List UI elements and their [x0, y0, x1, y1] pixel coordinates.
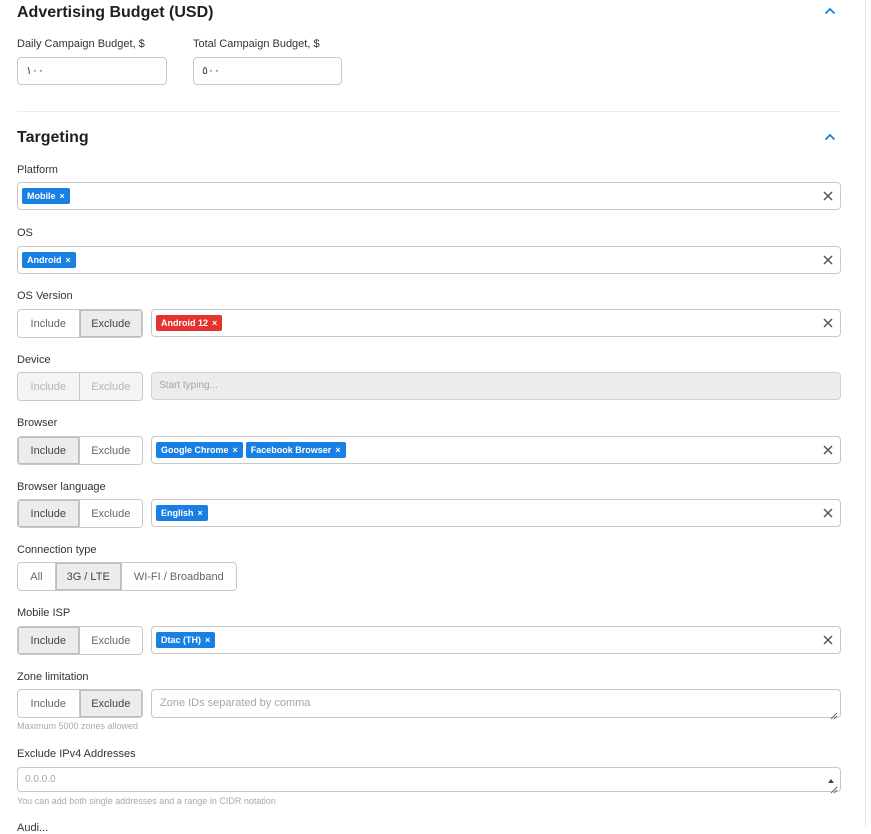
isp-tag: Dtac (TH) ×	[156, 632, 216, 648]
clear-icon[interactable]	[822, 254, 834, 266]
connection-option-wifi[interactable]: WI-FI / Broadband	[121, 563, 236, 590]
exclude-option[interactable]: Exclude	[79, 500, 142, 527]
platform-select[interactable]: Mobile ×	[17, 182, 841, 210]
include-option[interactable]: Include	[18, 627, 80, 654]
remove-tag-icon[interactable]: ×	[60, 191, 65, 201]
browser-tag: Google Chrome ×	[156, 442, 243, 458]
next-section-label: Audi...	[17, 822, 49, 834]
include-option[interactable]: Include	[18, 437, 80, 464]
exclude-option[interactable]: Exclude	[79, 690, 142, 717]
device-label: Device	[17, 354, 51, 366]
exclude-ipv4-textarea[interactable]: 0.0.0.0	[17, 767, 841, 794]
device-placeholder: Start typing...	[159, 380, 218, 391]
remove-tag-icon[interactable]: ×	[212, 318, 217, 328]
remove-tag-icon[interactable]: ×	[198, 508, 203, 518]
section-divider	[17, 111, 840, 112]
clear-icon[interactable]	[822, 190, 834, 202]
browser-mode-toggle: Include Exclude	[17, 436, 143, 465]
zone-limitation-label: Zone limitation	[17, 671, 89, 683]
connection-option-3g-lte[interactable]: 3G / LTE	[55, 563, 122, 590]
platform-label: Platform	[17, 164, 58, 176]
os-tag: Android ×	[22, 252, 76, 268]
remove-tag-icon[interactable]: ×	[335, 445, 340, 455]
os-label: OS	[17, 227, 33, 239]
resize-handle-icon[interactable]	[830, 781, 838, 794]
zone-ids-textarea[interactable]: Zone IDs separated by comma	[151, 689, 841, 720]
remove-tag-icon[interactable]: ×	[233, 445, 238, 455]
include-option[interactable]: Include	[18, 690, 80, 717]
os-version-mode-toggle: Include Exclude	[17, 309, 143, 338]
ipv4-placeholder: 0.0.0.0	[25, 774, 56, 785]
connection-type-label: Connection type	[17, 544, 97, 556]
remove-tag-icon[interactable]: ×	[66, 255, 71, 265]
mobile-isp-select[interactable]: Dtac (TH) ×	[151, 626, 841, 654]
scroll-up-arrow-icon[interactable]	[828, 770, 834, 783]
total-budget-label: Total Campaign Budget, $	[193, 38, 320, 50]
os-select[interactable]: Android ×	[17, 246, 841, 274]
browser-language-select[interactable]: English ×	[151, 499, 841, 527]
zone-limitation-hint: Maximum 5000 zones allowed	[17, 721, 139, 731]
exclude-option[interactable]: Exclude	[79, 373, 142, 400]
platform-tag: Mobile ×	[22, 188, 70, 204]
browser-tag: Facebook Browser ×	[245, 442, 346, 458]
daily-budget-label: Daily Campaign Budget, $	[17, 38, 145, 50]
exclude-ipv4-label: Exclude IPv4 Addresses	[17, 748, 136, 760]
include-option[interactable]: Include	[18, 500, 80, 527]
clear-icon[interactable]	[822, 507, 834, 519]
browser-language-label: Browser language	[17, 481, 106, 493]
include-option[interactable]: Include	[18, 373, 80, 400]
browser-select[interactable]: Google Chrome × Facebook Browser ×	[151, 436, 841, 464]
os-version-label: OS Version	[17, 290, 73, 302]
device-input[interactable]: Start typing...	[151, 372, 841, 400]
exclude-option[interactable]: Exclude	[79, 627, 142, 654]
exclude-option[interactable]: Exclude	[79, 310, 142, 337]
total-budget-input[interactable]: ٥٠٠	[193, 57, 342, 85]
remove-tag-icon[interactable]: ×	[205, 635, 210, 645]
connection-type-toggle: All 3G / LTE WI-FI / Broadband	[17, 562, 237, 591]
clear-icon[interactable]	[822, 444, 834, 456]
daily-budget-input[interactable]: ١٠٠	[17, 57, 167, 85]
browser-label: Browser	[17, 417, 58, 429]
os-version-select[interactable]: Android 12 ×	[151, 309, 841, 337]
budget-section-title: Advertising Budget (USD)	[17, 4, 214, 21]
browser-language-mode-toggle: Include Exclude	[17, 499, 143, 528]
include-option[interactable]: Include	[18, 310, 80, 337]
language-tag: English ×	[156, 505, 208, 521]
mobile-isp-mode-toggle: Include Exclude	[17, 626, 143, 655]
clear-icon[interactable]	[822, 634, 834, 646]
exclude-option[interactable]: Exclude	[79, 437, 142, 464]
zone-ids-placeholder: Zone IDs separated by comma	[160, 697, 311, 709]
clear-icon[interactable]	[822, 317, 834, 329]
collapse-budget-chevron-up-icon[interactable]	[824, 7, 836, 15]
os-version-tag: Android 12 ×	[156, 315, 223, 331]
right-border	[865, 0, 866, 827]
mobile-isp-label: Mobile ISP	[17, 607, 71, 619]
device-mode-toggle: Include Exclude	[17, 372, 143, 401]
collapse-targeting-chevron-up-icon[interactable]	[824, 133, 836, 141]
resize-handle-icon[interactable]	[830, 707, 838, 720]
targeting-section-title: Targeting	[17, 129, 89, 146]
connection-option-all[interactable]: All	[18, 563, 56, 590]
exclude-ipv4-hint: You can add both single addresses and a …	[17, 796, 276, 806]
zone-limitation-mode-toggle: Include Exclude	[17, 689, 143, 718]
